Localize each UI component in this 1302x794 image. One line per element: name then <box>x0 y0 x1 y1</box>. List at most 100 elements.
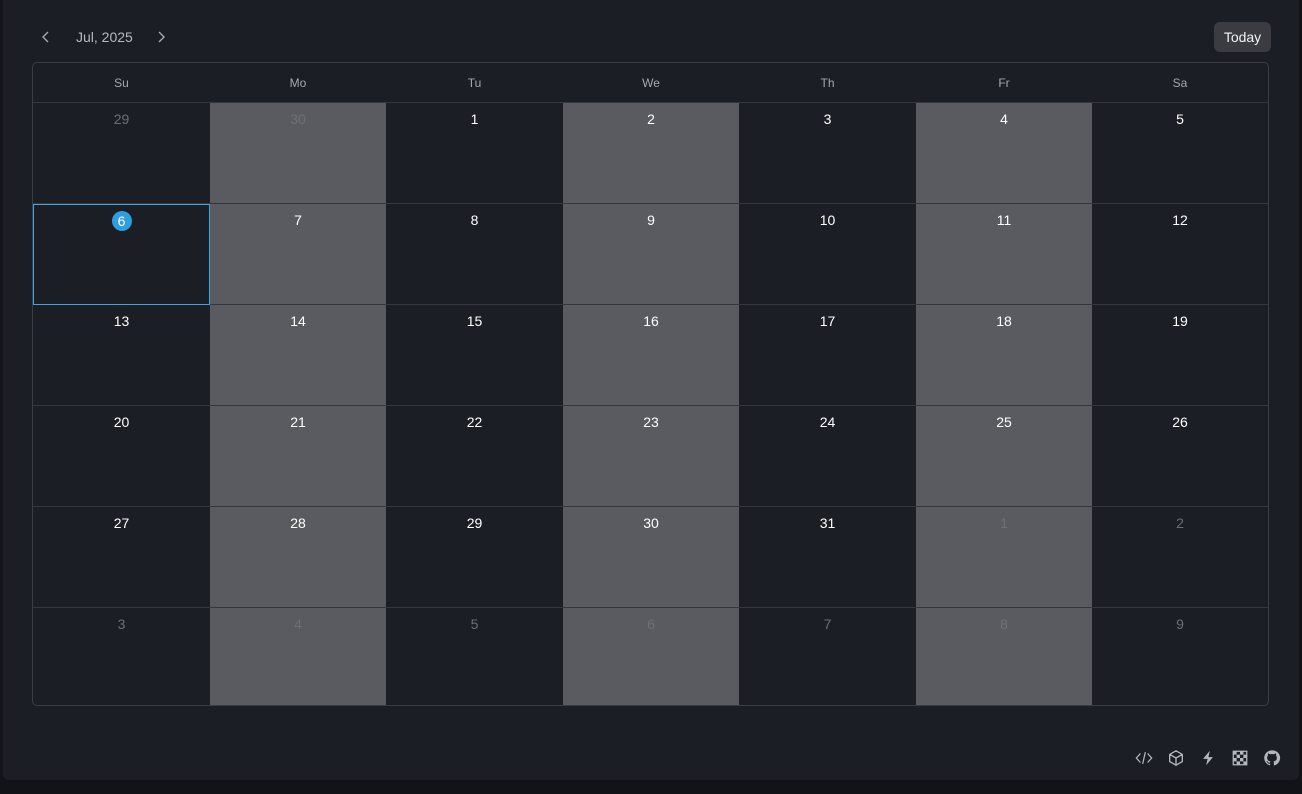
day-cell[interactable]: 4 <box>210 608 386 705</box>
day-cell[interactable]: 7 <box>739 608 916 705</box>
day-cell-today[interactable]: 6 <box>33 204 210 305</box>
prev-month-button[interactable] <box>35 26 57 48</box>
day-number: 16 <box>643 313 659 329</box>
day-cell[interactable]: 4 <box>916 103 1092 204</box>
weekday-label: We <box>642 75 660 90</box>
day-number: 25 <box>996 414 1012 430</box>
cube-icon[interactable] <box>1166 748 1186 768</box>
calendar-panel: Jul, 2025 Today Su Mo Tu We Th Fr Sa 29 30 1 2 3 4 5… <box>3 0 1299 780</box>
day-number: 2 <box>1176 515 1184 531</box>
day-cell[interactable]: 2 <box>563 103 739 204</box>
day-number: 31 <box>819 515 836 531</box>
day-cell[interactable]: 13 <box>33 305 210 406</box>
day-number: 6 <box>647 616 655 632</box>
day-cell[interactable]: 18 <box>916 305 1092 406</box>
calendar-days: 29 30 1 2 3 4 5 6 7 8 9 10 11 12 13 14 15 16 17 18 19 20 21 22 2… <box>33 103 1268 705</box>
day-number: 18 <box>996 313 1012 329</box>
day-cell[interactable]: 31 <box>739 507 916 608</box>
day-number: 29 <box>466 515 483 531</box>
today-button[interactable]: Today <box>1214 22 1271 52</box>
day-number: 21 <box>290 414 306 430</box>
day-number: 20 <box>113 414 130 430</box>
day-cell[interactable]: 8 <box>386 204 563 305</box>
next-month-button[interactable] <box>150 26 172 48</box>
day-cell[interactable]: 25 <box>916 406 1092 507</box>
day-number: 4 <box>294 616 302 632</box>
day-cell[interactable]: 28 <box>210 507 386 608</box>
day-number: 13 <box>113 313 130 329</box>
day-cell[interactable]: 23 <box>563 406 739 507</box>
day-cell[interactable]: 9 <box>563 204 739 305</box>
day-cell[interactable]: 30 <box>210 103 386 204</box>
day-number: 7 <box>823 616 832 632</box>
day-number: 17 <box>819 313 836 329</box>
day-number: 7 <box>294 212 302 228</box>
day-number: 8 <box>1000 616 1008 632</box>
chevron-right-icon <box>158 31 165 43</box>
day-number: 3 <box>823 111 832 127</box>
day-number: 9 <box>647 212 655 228</box>
day-number: 19 <box>1172 313 1188 329</box>
day-cell[interactable]: 6 <box>563 608 739 705</box>
day-cell[interactable]: 21 <box>210 406 386 507</box>
day-cell[interactable]: 16 <box>563 305 739 406</box>
day-number: 29 <box>113 111 130 127</box>
code-icon[interactable] <box>1134 748 1154 768</box>
day-number: 27 <box>113 515 130 531</box>
day-cell[interactable]: 1 <box>916 507 1092 608</box>
day-cell[interactable]: 3 <box>739 103 916 204</box>
day-cell[interactable]: 11 <box>916 204 1092 305</box>
day-cell[interactable]: 3 <box>33 608 210 705</box>
checkerboard-icon[interactable] <box>1230 748 1250 768</box>
day-cell[interactable]: 24 <box>739 406 916 507</box>
day-number: 10 <box>819 212 836 228</box>
day-cell[interactable]: 26 <box>1092 406 1268 507</box>
day-cell[interactable]: 7 <box>210 204 386 305</box>
day-number: 14 <box>290 313 306 329</box>
day-number: 30 <box>643 515 659 531</box>
day-number: 5 <box>470 616 479 632</box>
day-cell[interactable]: 12 <box>1092 204 1268 305</box>
weekday-label: Mo <box>289 75 307 90</box>
month-label: Jul, 2025 <box>76 29 133 45</box>
day-cell[interactable]: 27 <box>33 507 210 608</box>
day-cell[interactable]: 10 <box>739 204 916 305</box>
day-cell[interactable]: 8 <box>916 608 1092 705</box>
chevron-left-icon <box>42 31 49 43</box>
footer-toolbar <box>1134 748 1282 768</box>
day-cell[interactable]: 30 <box>563 507 739 608</box>
day-cell[interactable]: 1 <box>386 103 563 204</box>
day-cell[interactable]: 17 <box>739 305 916 406</box>
day-cell[interactable]: 5 <box>386 608 563 705</box>
day-number: 28 <box>290 515 306 531</box>
day-number: 4 <box>1000 111 1008 127</box>
day-cell[interactable]: 22 <box>386 406 563 507</box>
weekday-label: Fr <box>998 75 1010 90</box>
weekday-header: Su Mo Tu We Th Fr Sa <box>33 63 1268 103</box>
day-cell[interactable]: 20 <box>33 406 210 507</box>
day-number: 15 <box>466 313 483 329</box>
day-number: 30 <box>290 111 306 127</box>
weekday-label: Sa <box>1172 75 1188 90</box>
day-cell[interactable]: 29 <box>33 103 210 204</box>
day-number: 1 <box>470 111 479 127</box>
day-cell[interactable]: 19 <box>1092 305 1268 406</box>
day-number: 9 <box>1176 616 1184 632</box>
day-number: 3 <box>117 616 126 632</box>
day-cell[interactable]: 15 <box>386 305 563 406</box>
day-number: 26 <box>1172 414 1188 430</box>
day-cell[interactable]: 5 <box>1092 103 1268 204</box>
day-number: 11 <box>996 212 1012 228</box>
day-number: 8 <box>470 212 479 228</box>
day-cell[interactable]: 9 <box>1092 608 1268 705</box>
day-cell[interactable]: 14 <box>210 305 386 406</box>
github-icon[interactable] <box>1262 748 1282 768</box>
day-number: 5 <box>1176 111 1184 127</box>
weekday-label: Tu <box>467 75 482 90</box>
day-cell[interactable]: 29 <box>386 507 563 608</box>
lightning-icon[interactable] <box>1198 748 1218 768</box>
day-number: 2 <box>647 111 655 127</box>
day-number: 1 <box>1000 515 1008 531</box>
calendar-grid: Su Mo Tu We Th Fr Sa 29 30 1 2 3 4 5 6 7 8 9 10 11 12 13 14 15… <box>32 62 1269 706</box>
day-cell[interactable]: 2 <box>1092 507 1268 608</box>
